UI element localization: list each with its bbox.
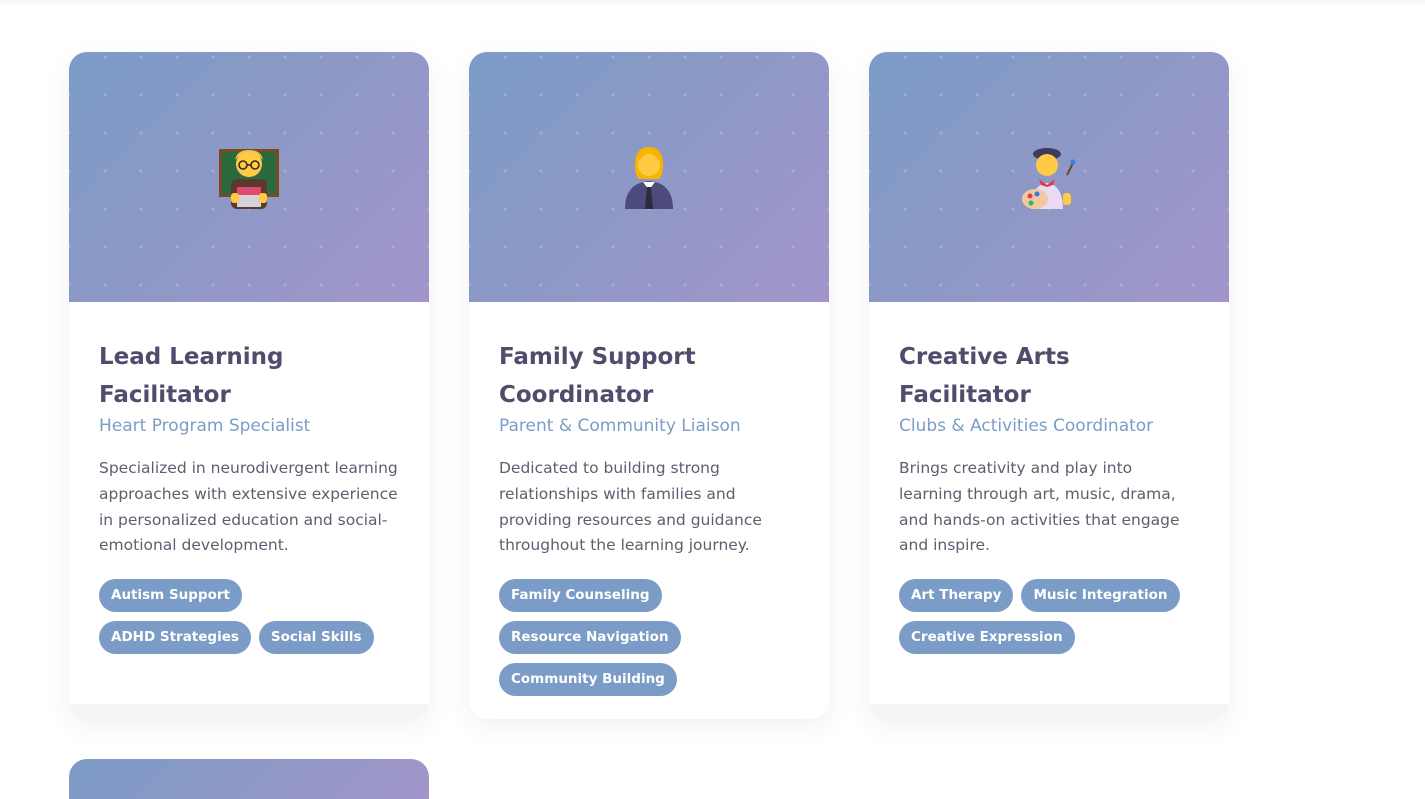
tag-list: Family Counseling Resource Navigation Co… — [499, 579, 799, 697]
card-body: Creative Arts Facilitator Clubs & Activi… — [869, 302, 1229, 705]
team-card: Creative Arts Facilitator Clubs & Activi… — [869, 52, 1229, 719]
tag: ADHD Strategies — [99, 621, 251, 655]
team-card: Lead Learning Facilitator Heart Program … — [69, 52, 429, 719]
card-header — [69, 52, 429, 302]
tag: Community Building — [499, 663, 677, 697]
tag: Autism Support — [99, 579, 242, 613]
team-grid: Lead Learning Facilitator Heart Program … — [69, 52, 1229, 799]
card-name: Creative Arts Facilitator — [899, 344, 1070, 408]
office-worker-avatar-icon — [614, 142, 684, 212]
card-description: Dedicated to building strong relationshi… — [499, 459, 762, 555]
card-name: Family Support Coordinator — [499, 344, 696, 408]
card-header — [869, 52, 1229, 302]
teacher-avatar-icon — [214, 142, 284, 212]
card-role: Clubs & Activities Coordinator — [899, 416, 1154, 436]
card-description: Brings creativity and play into learning… — [899, 459, 1180, 555]
card-role: Heart Program Specialist — [99, 416, 311, 436]
card-body: Family Support Coordinator Parent & Comm… — [469, 302, 829, 719]
tag-list: Art Therapy Music Integration Creative E… — [899, 579, 1199, 655]
tag-list: Autism Support ADHD Strategies Social Sk… — [99, 579, 399, 655]
card-body: Lead Learning Facilitator Heart Program … — [69, 302, 429, 705]
tag: Art Therapy — [899, 579, 1014, 613]
team-card: Family Support Coordinator Parent & Comm… — [469, 52, 829, 719]
tag: Creative Expression — [899, 621, 1075, 655]
card-header — [469, 52, 829, 302]
artist-avatar-icon — [1014, 142, 1084, 212]
tag: Resource Navigation — [499, 621, 681, 655]
tag: Family Counseling — [499, 579, 662, 613]
card-role: Parent & Community Liaison — [499, 416, 741, 436]
tag: Social Skills — [258, 621, 374, 655]
tag: Music Integration — [1021, 579, 1180, 613]
card-description: Specialized in neurodivergent learning a… — [99, 459, 398, 555]
card-name: Lead Learning Facilitator — [99, 344, 284, 408]
top-divider — [0, 0, 1425, 6]
team-card-partial — [69, 759, 429, 799]
